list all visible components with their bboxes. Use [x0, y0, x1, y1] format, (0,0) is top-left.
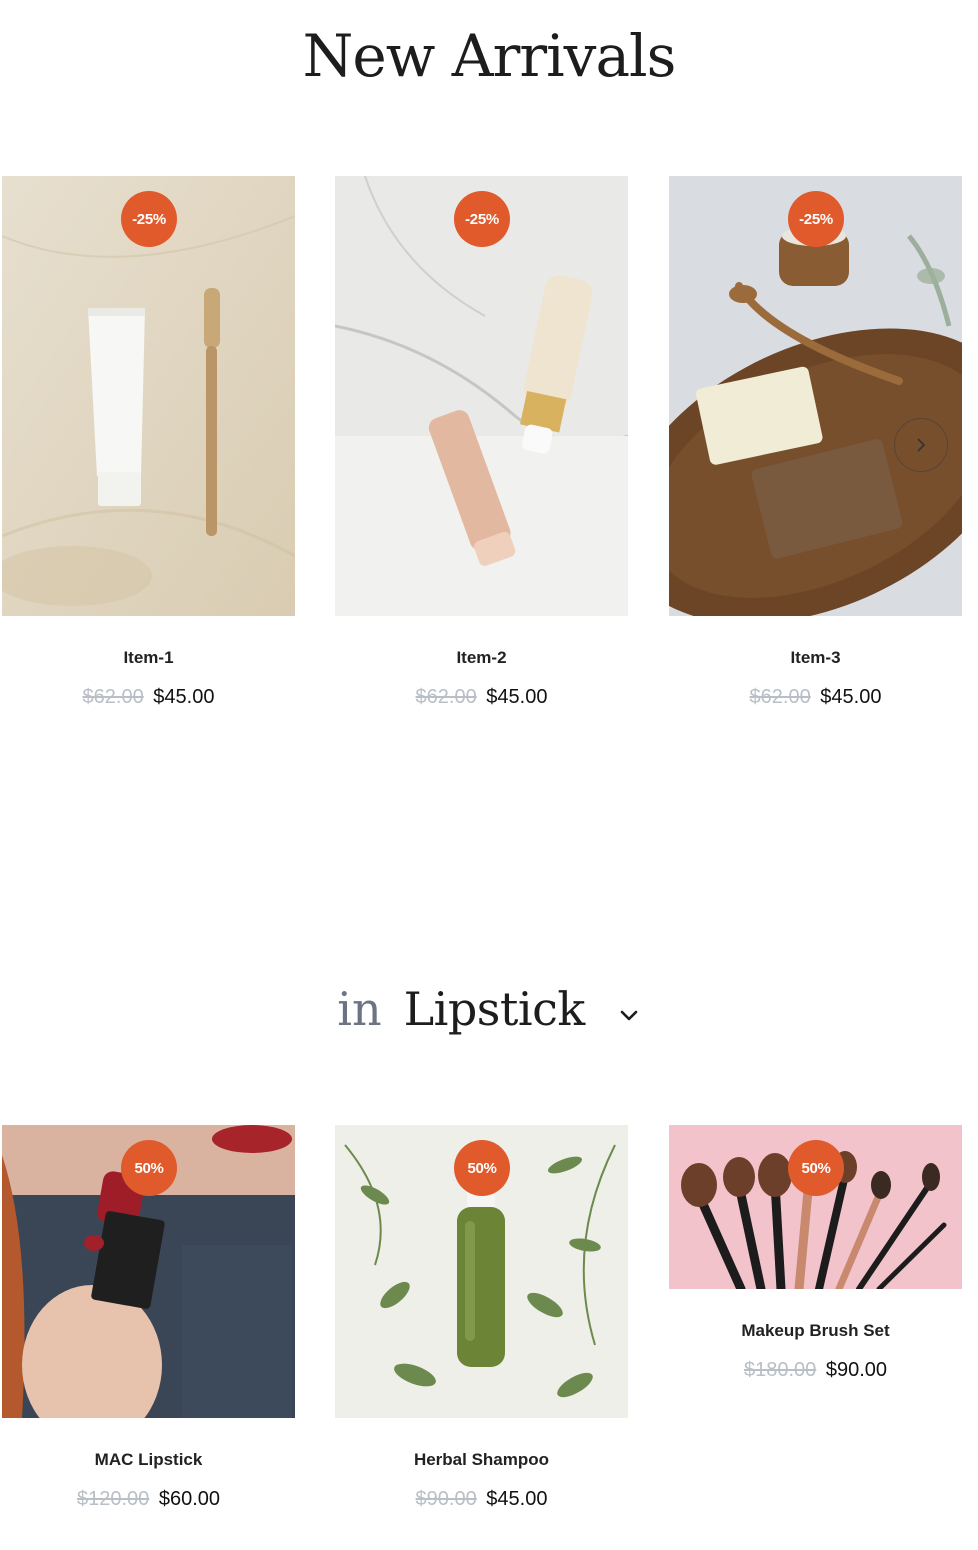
sale-price: $45.00 — [153, 686, 215, 708]
product-image[interactable]: -25% — [2, 176, 295, 616]
original-price: $180.00 — [743, 1359, 817, 1381]
product-card[interactable]: -25% Item-1 $62.00 $45.00 — [2, 176, 295, 709]
product-image[interactable]: 50% — [335, 1125, 628, 1418]
product-price: $120.00 $60.00 — [2, 1488, 295, 1511]
product-name[interactable]: MAC Lipstick — [2, 1450, 295, 1470]
product-image[interactable]: 50% — [669, 1125, 962, 1289]
carousel-next-button[interactable] — [894, 418, 948, 472]
section-title-new-arrivals: New Arrivals — [302, 22, 677, 90]
product-name[interactable]: Herbal Shampoo — [335, 1450, 628, 1470]
product-card[interactable]: 50% Makeup Brush Set $180.00 $90.00 — [669, 1125, 962, 1382]
product-image[interactable]: 50% — [2, 1125, 295, 1418]
product-card[interactable]: 50% MAC Lipstick $120.00 $60.00 — [2, 1125, 295, 1511]
product-price: $62.00 $45.00 — [669, 686, 962, 709]
sale-price: $45.00 — [486, 1488, 548, 1510]
original-price: $62.00 — [82, 686, 144, 708]
sale-price: $90.00 — [825, 1359, 888, 1381]
product-price: $62.00 $45.00 — [335, 686, 628, 709]
category-dropdown-toggle[interactable] — [617, 1003, 641, 1027]
product-image[interactable]: -25% — [335, 176, 628, 616]
product-name[interactable]: Item-1 — [2, 648, 295, 668]
discount-badge: 50% — [788, 1140, 844, 1196]
original-price: $120.00 — [76, 1488, 150, 1510]
product-price: $180.00 $90.00 — [669, 1359, 962, 1382]
category-prefix: in — [337, 982, 382, 1036]
product-name[interactable]: Makeup Brush Set — [669, 1321, 962, 1341]
product-price: $62.00 $45.00 — [2, 686, 295, 709]
discount-badge: -25% — [788, 191, 844, 247]
sale-price: $45.00 — [820, 686, 882, 708]
product-name[interactable]: Item-3 — [669, 648, 962, 668]
original-price: $62.00 — [415, 686, 477, 708]
category-select[interactable]: Lipstick — [404, 982, 586, 1036]
product-image[interactable]: -25% — [669, 176, 962, 616]
product-card[interactable]: 50% Herbal Shampoo $90.00 $45.00 — [335, 1125, 628, 1511]
discount-badge: 50% — [121, 1140, 177, 1196]
sale-price: $60.00 — [158, 1488, 221, 1510]
product-price: $90.00 $45.00 — [335, 1488, 628, 1511]
sale-price: $45.00 — [486, 686, 548, 708]
original-price: $90.00 — [415, 1488, 477, 1510]
discount-badge: 50% — [454, 1140, 510, 1196]
category-filter: in Lipstick — [0, 982, 978, 1036]
discount-badge: -25% — [121, 191, 177, 247]
original-price: $62.00 — [749, 686, 811, 708]
product-card[interactable]: -25% Item-2 $62.00 $45.00 — [335, 176, 628, 709]
product-name[interactable]: Item-2 — [335, 648, 628, 668]
chevron-right-icon — [917, 438, 926, 452]
chevron-down-icon — [620, 1010, 638, 1021]
discount-badge: -25% — [454, 191, 510, 247]
